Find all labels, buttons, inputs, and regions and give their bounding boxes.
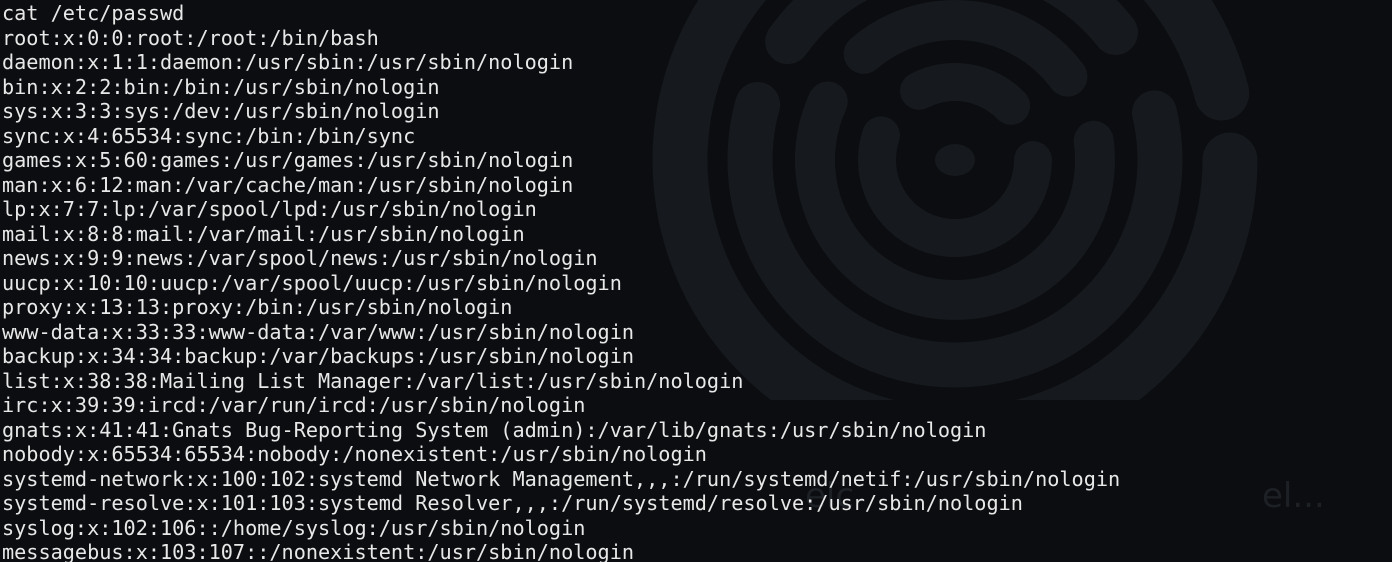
output-line-news: news:x:9:9:news:/var/spool/news:/usr/sbi…: [2, 246, 598, 270]
output-line-messagebus: messagebus:x:103:107::/nonexistent:/usr/…: [2, 540, 635, 562]
output-line-games: games:x:5:60:games:/usr/games:/usr/sbin/…: [2, 148, 574, 172]
ghost-text-right: el...: [1262, 476, 1325, 516]
output-line-mail: mail:x:8:8:mail:/var/mail:/usr/sbin/nolo…: [2, 221, 525, 246]
output-line-gnats: gnats:x:41:41:Gnats Bug-Reporting System…: [2, 417, 987, 442]
output-line-uucp: uucp:x:10:10:uucp:/var/spool/uucp:/usr/s…: [2, 270, 622, 295]
terminal-window[interactable]: elc el... cat /etc/passwd root:x:0:0:root…: [0, 0, 1392, 562]
output-line-proxy: proxy:x:13:13:proxy:/bin:/usr/sbin/nolog…: [2, 295, 513, 319]
output-line-sys: sys:x:3:3:sys:/dev:/usr/sbin/nologin: [2, 99, 440, 123]
output-line-systemd-network: systemd-network:x:100:102:systemd Networ…: [2, 466, 1121, 491]
output-line-systemd-resolve: systemd-resolve:x:101:103:systemd Resolv…: [2, 491, 1023, 515]
output-line-daemon: daemon:x:1:1:daemon:/usr/sbin:/usr/sbin/…: [2, 50, 574, 74]
terminal-output: cat /etc/passwd root:x:0:0:root:/root:/bi…: [2, 1, 1120, 562]
output-line-backup: backup:x:34:34:backup:/var/backups:/usr/…: [2, 344, 635, 368]
output-line-www-data: www-data:x:33:33:www-data:/var/www:/usr/…: [2, 319, 635, 344]
output-line-syslog: syslog:x:102:106::/home/syslog:/usr/sbin…: [2, 515, 586, 540]
output-line-man: man:x:6:12:man:/var/cache/man:/usr/sbin/…: [2, 172, 574, 197]
command-line: cat /etc/passwd: [2, 1, 185, 25]
output-line-lp: lp:x:7:7:lp:/var/spool/lpd:/usr/sbin/nol…: [2, 197, 537, 221]
output-line-bin: bin:x:2:2:bin:/bin:/usr/sbin/nologin: [2, 74, 440, 99]
output-line-sync: sync:x:4:65534:sync:/bin:/bin/sync: [2, 123, 416, 148]
output-line-list: list:x:38:38:Mailing List Manager:/var/l…: [2, 368, 744, 393]
output-line-irc: irc:x:39:39:ircd:/var/run/ircd:/usr/sbin…: [2, 393, 586, 417]
output-line-root: root:x:0:0:root:/root:/bin/bash: [2, 25, 379, 50]
output-line-nobody: nobody:x:65534:65534:nobody:/nonexistent…: [2, 442, 707, 466]
